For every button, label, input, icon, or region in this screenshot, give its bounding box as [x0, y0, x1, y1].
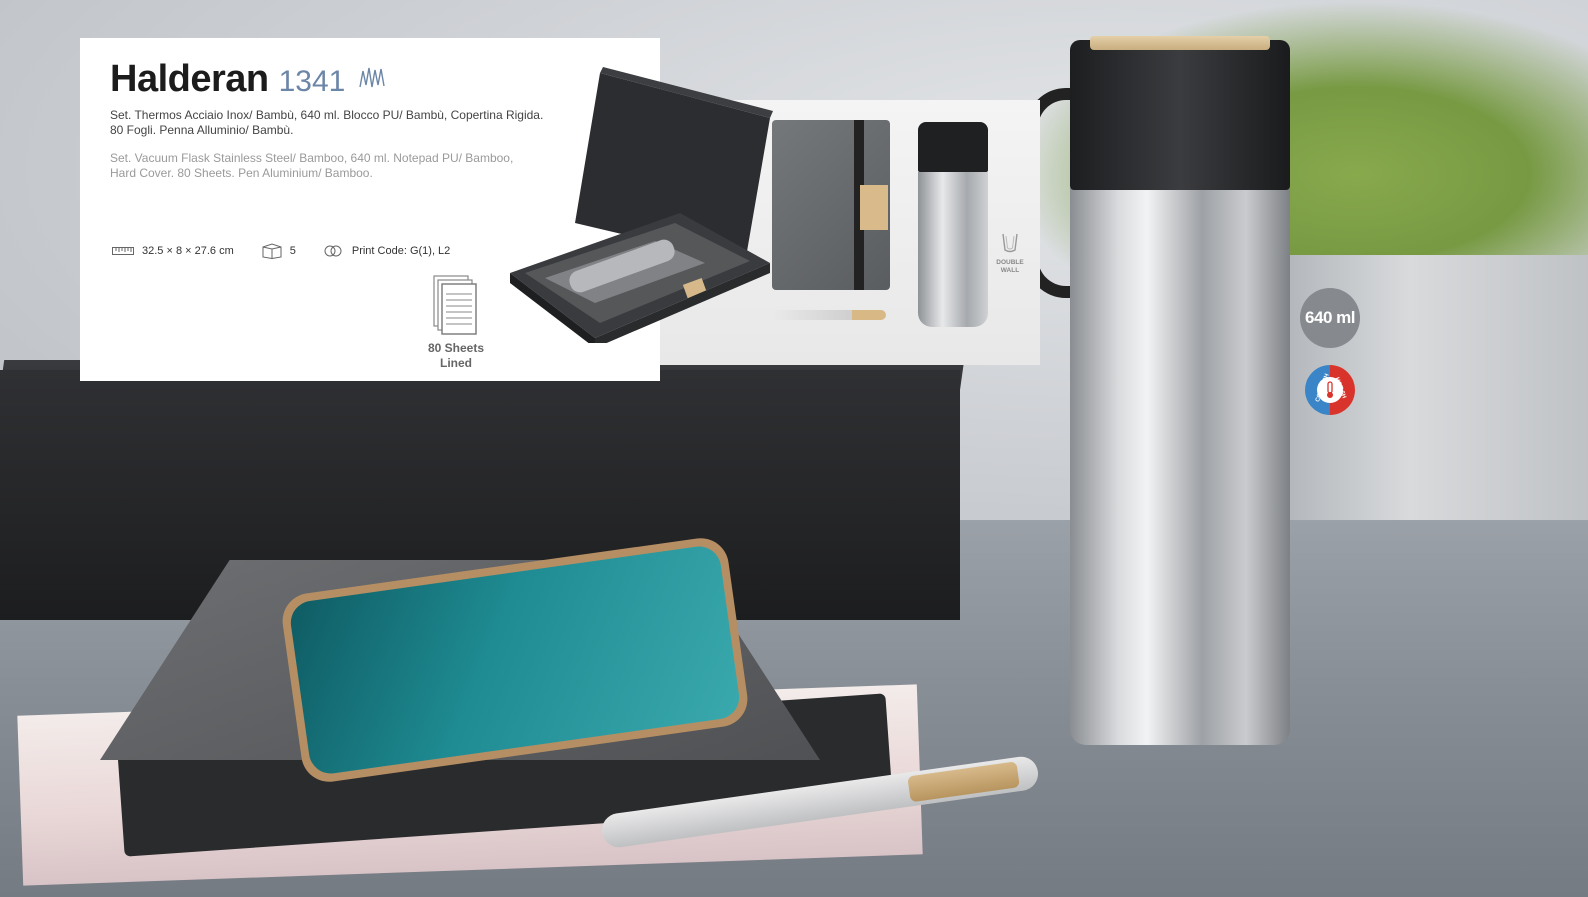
carton-box-icon — [262, 243, 282, 259]
gift-box-set-image — [510, 67, 773, 343]
box-quantity-value: 5 — [289, 245, 296, 257]
spec-dimensions: 32.5 × 8 × 27.6 cm — [112, 245, 234, 257]
sheets-label-line2: Lined — [440, 356, 472, 370]
product-name: Halderan — [110, 58, 269, 100]
description-italian: Set. Thermos Acciaio Inox/ Bambù, 640 ml… — [110, 108, 544, 137]
flask-cap — [1070, 40, 1290, 190]
flask-photo — [1026, 36, 1290, 745]
double-wall-feature: DOUBLE WALL — [990, 232, 1030, 275]
double-wall-label-line1: DOUBLE — [996, 259, 1024, 266]
flask-thumbnail-body — [918, 172, 988, 327]
engraving-wave-icon — [359, 67, 386, 88]
lined-sheets-icon — [433, 275, 477, 335]
flask-thumbnail-cap — [918, 122, 988, 172]
dimensions-value: 32.5 × 8 × 27.6 cm — [142, 245, 234, 257]
product-title: Halderan 1341 — [110, 58, 387, 101]
product-info-card: Halderan 1341 Set. Thermos Acciaio Inox/… — [80, 38, 773, 381]
spec-row: 32.5 × 8 × 27.6 cm 5 Print Code: G(1), L… — [112, 243, 478, 259]
spec-print-code: Print Code: G(1), L2 — [324, 244, 450, 258]
description-english: Set. Vacuum Flask Stainless Steel/ Bambo… — [110, 151, 514, 180]
flask-body — [1070, 188, 1290, 745]
print-method-icon — [324, 245, 342, 257]
product-code: 1341 — [278, 65, 346, 98]
print-code-value: Print Code: G(1), L2 — [351, 245, 451, 257]
spec-box-quantity: 5 — [262, 243, 296, 259]
notebook-bamboo-tab — [860, 185, 888, 230]
flask-bamboo-lid — [1090, 36, 1270, 50]
capacity-badge: 640 ml — [1300, 288, 1360, 348]
pen-thumbnail — [772, 310, 886, 320]
double-wall-icon — [1002, 233, 1018, 253]
double-wall-label-line2: WALL — [1000, 267, 1020, 274]
notebook-thumbnail — [772, 120, 890, 290]
ruler-icon — [112, 247, 134, 255]
sheets-label-line1: 80 Sheets — [427, 341, 485, 355]
sheets-feature: 80 Sheets Lined — [426, 274, 486, 371]
flask-thumbnail — [918, 122, 988, 327]
hot-cold-badge: COLD 12H HOT 6H — [1305, 365, 1355, 415]
